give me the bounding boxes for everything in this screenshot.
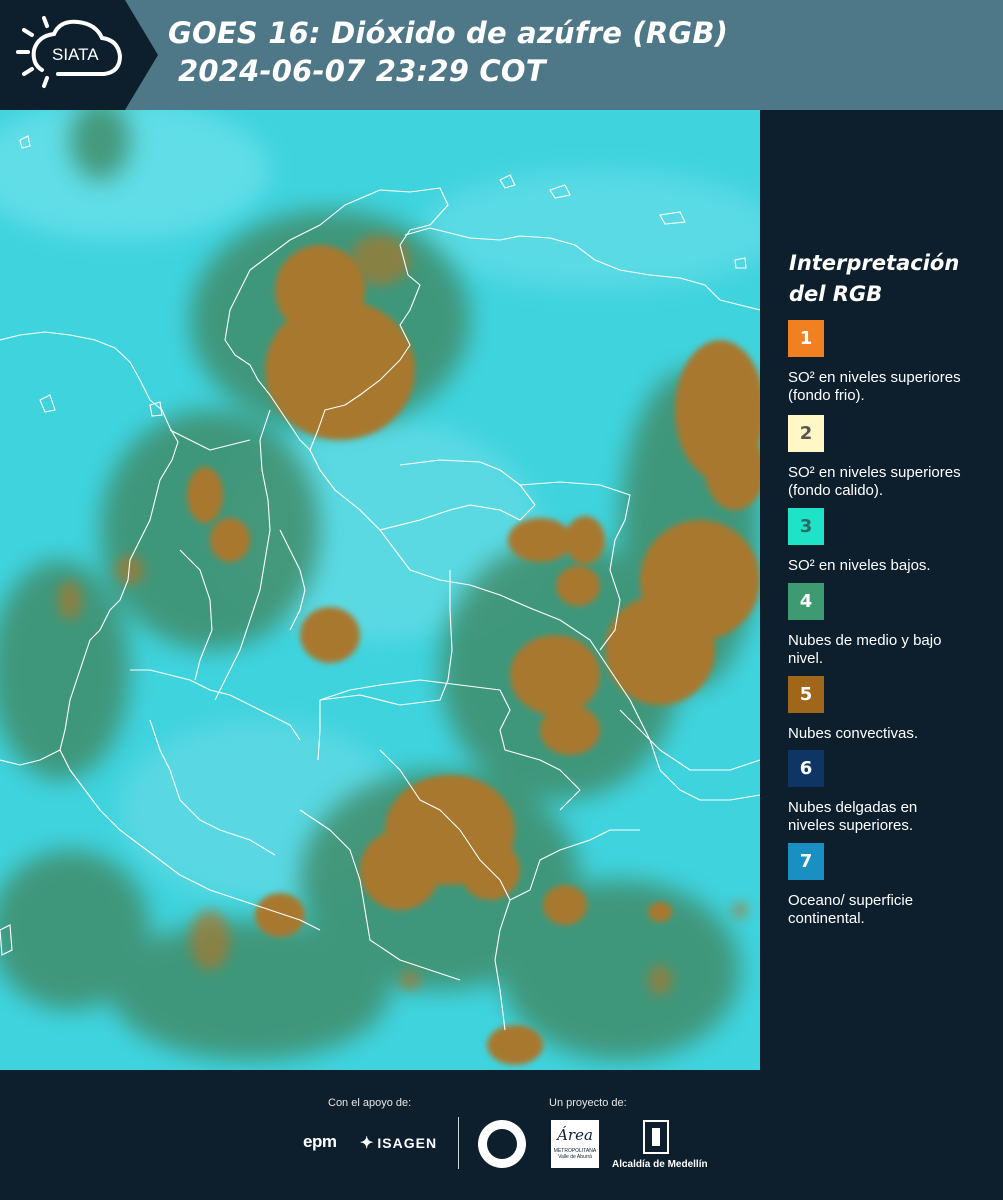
area-logo-text: Área — [557, 1126, 593, 1144]
siata-logo: SIATA — [16, 16, 123, 88]
seal-center — [487, 1129, 517, 1159]
alcaldia-emblem-icon — [643, 1120, 669, 1154]
isagen-logo-text: ISAGEN — [377, 1135, 438, 1151]
legend-title-line-1: Interpretación — [789, 251, 960, 275]
satellite-map — [0, 110, 760, 1070]
legend-item-3: 3 SO² en niveles bajos. — [788, 508, 998, 575]
area-logo-subtext: METROPOLITANA Valle de Aburrá — [553, 1148, 597, 1160]
legend-item-5: 5 Nubes convectivas. — [788, 676, 998, 743]
legend-swatch-3: 3 — [788, 508, 824, 545]
isagen-logo: ✦ ISAGEN — [360, 1133, 437, 1153]
legend-text-6: Nubes delgadas en niveles superiores. — [788, 799, 918, 834]
legend-swatch-4: 4 — [788, 583, 824, 620]
isagen-mark-icon: ✦ — [360, 1135, 375, 1152]
legend-swatch-6: 6 — [788, 750, 824, 787]
legend-swatch-5: 5 — [788, 676, 824, 713]
page-title: GOES 16: Dióxido de azúfre (RGB) 2024-06… — [168, 14, 728, 90]
footer: Con el apoyo de: Un proyecto de: epm ✦ IS… — [0, 1070, 1003, 1200]
epm-logo: epm — [303, 1132, 337, 1151]
legend-panel: Interpretación del RGB 1 SO² en niveles … — [760, 110, 1003, 1070]
support-label: Con el apoyo de: — [328, 1097, 412, 1109]
legend-text-2: SO² en niveles superiores (fondo calido)… — [788, 464, 961, 499]
legend-item-4: 4 Nubes de medio y bajo nivel. — [788, 583, 998, 668]
satellite-map-canvas — [0, 110, 760, 1070]
legend-item-2: 2 SO² en niveles superiores (fondo calid… — [788, 415, 998, 500]
legend-title: Interpretación del RGB — [789, 248, 959, 310]
legend-swatch-1: 1 — [788, 320, 824, 357]
area-metropolitana-logo: Área METROPOLITANA Valle de Aburrá — [551, 1120, 599, 1168]
legend-text-4: Nubes de medio y bajo nivel. — [788, 632, 942, 667]
header: SIATA GOES 16: Dióxido de azúfre (RGB) 2… — [0, 0, 1003, 110]
legend-title-line-2: del RGB — [789, 282, 883, 306]
title-line-2: 2024-06-07 23:29 COT — [178, 54, 546, 88]
title-line-1: GOES 16: Dióxido de azúfre (RGB) — [168, 16, 729, 50]
siata-logo-text: SIATA — [52, 45, 99, 64]
legend-item-7: 7 Oceano/ superficie continental. — [788, 843, 998, 928]
legend-text-5: Nubes convectivas. — [788, 725, 919, 742]
legend-item-1: 1 SO² en niveles superiores (fondo frio)… — [788, 320, 998, 405]
footer-divider — [458, 1117, 459, 1169]
legend-swatch-7: 7 — [788, 843, 824, 880]
alcaldia-logo-text: Alcaldía de Medellín — [612, 1159, 708, 1170]
university-seal-logo — [478, 1120, 526, 1168]
legend-text-7: Oceano/ superficie continental. — [788, 892, 914, 927]
project-label: Un proyecto de: — [549, 1097, 627, 1109]
legend-text-3: SO² en niveles bajos. — [788, 557, 931, 574]
legend-swatch-2: 2 — [788, 415, 824, 452]
legend-item-6: 6 Nubes delgadas en niveles superiores. — [788, 750, 998, 835]
legend-text-1: SO² en niveles superiores (fondo frio). — [788, 369, 961, 404]
